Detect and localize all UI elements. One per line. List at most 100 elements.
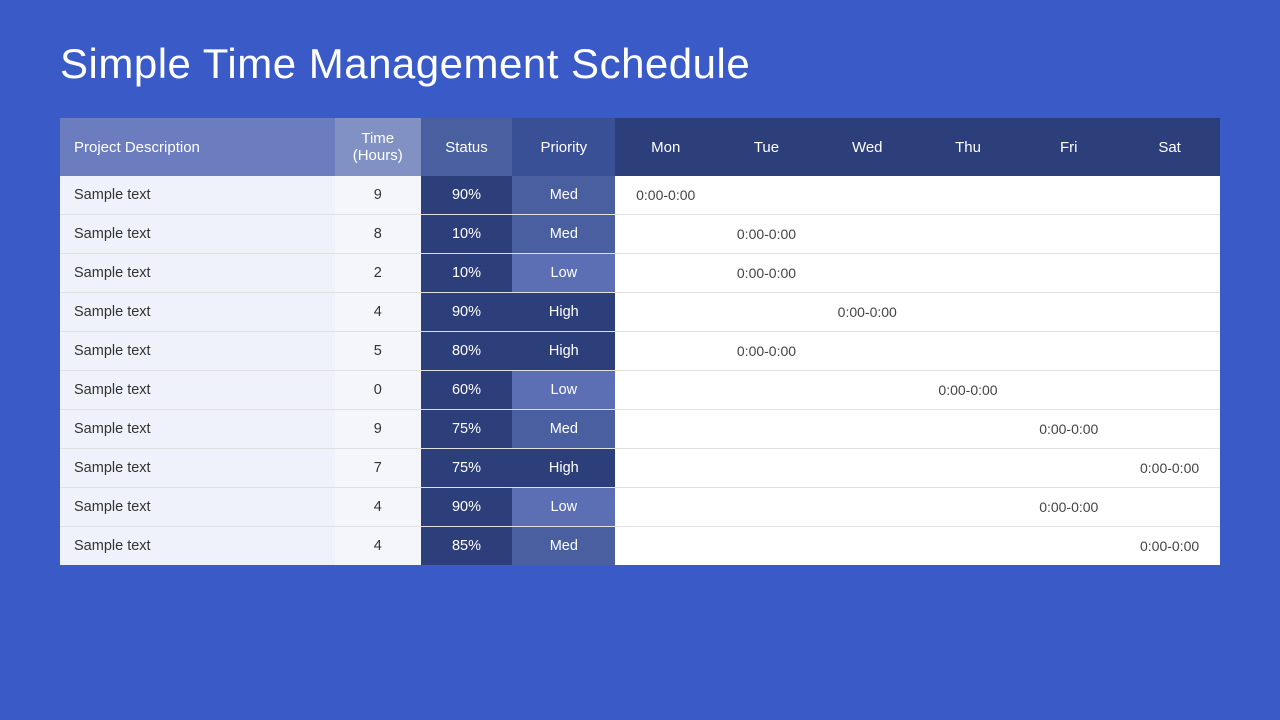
cell-mon-2 (615, 254, 716, 293)
cell-tue-5 (716, 371, 817, 410)
cell-priority-5: Low (512, 371, 615, 410)
cell-tue-0 (716, 176, 817, 215)
cell-status-9: 85% (421, 527, 513, 566)
table-row: Sample text 4 90% High 0:00-0:00 (60, 293, 1220, 332)
cell-status-2: 10% (421, 254, 513, 293)
cell-tue-4: 0:00-0:00 (716, 332, 817, 371)
cell-mon-7 (615, 449, 716, 488)
cell-fri-4 (1018, 332, 1119, 371)
cell-fri-5 (1018, 371, 1119, 410)
cell-status-3: 90% (421, 293, 513, 332)
cell-status-5: 60% (421, 371, 513, 410)
cell-wed-8 (817, 488, 918, 527)
cell-sat-4 (1119, 332, 1220, 371)
cell-mon-3 (615, 293, 716, 332)
cell-mon-9 (615, 527, 716, 566)
cell-tue-7 (716, 449, 817, 488)
cell-time-5: 0 (335, 371, 421, 410)
cell-time-0: 9 (335, 176, 421, 215)
cell-project-6: Sample text (60, 410, 335, 449)
cell-project-1: Sample text (60, 215, 335, 254)
cell-sat-0 (1119, 176, 1220, 215)
cell-mon-4 (615, 332, 716, 371)
cell-project-2: Sample text (60, 254, 335, 293)
cell-priority-8: Low (512, 488, 615, 527)
cell-sat-6 (1119, 410, 1220, 449)
cell-time-9: 4 (335, 527, 421, 566)
cell-status-8: 90% (421, 488, 513, 527)
cell-priority-4: High (512, 332, 615, 371)
header-fri: Fri (1018, 118, 1119, 176)
page-title: Simple Time Management Schedule (60, 40, 1220, 88)
cell-wed-2 (817, 254, 918, 293)
cell-project-5: Sample text (60, 371, 335, 410)
cell-wed-3: 0:00-0:00 (817, 293, 918, 332)
cell-tue-2: 0:00-0:00 (716, 254, 817, 293)
cell-status-1: 10% (421, 215, 513, 254)
cell-fri-9 (1018, 527, 1119, 566)
cell-status-6: 75% (421, 410, 513, 449)
cell-priority-1: Med (512, 215, 615, 254)
header-sat: Sat (1119, 118, 1220, 176)
slide: Simple Time Management Schedule Project … (0, 0, 1280, 720)
cell-status-4: 80% (421, 332, 513, 371)
cell-time-2: 2 (335, 254, 421, 293)
cell-thu-1 (918, 215, 1019, 254)
cell-project-7: Sample text (60, 449, 335, 488)
cell-mon-8 (615, 488, 716, 527)
header-thu: Thu (918, 118, 1019, 176)
cell-wed-4 (817, 332, 918, 371)
cell-tue-1: 0:00-0:00 (716, 215, 817, 254)
header-project: Project Description (60, 118, 335, 176)
header-priority: Priority (512, 118, 615, 176)
header-mon: Mon (615, 118, 716, 176)
cell-tue-6 (716, 410, 817, 449)
cell-thu-7 (918, 449, 1019, 488)
cell-thu-5: 0:00-0:00 (918, 371, 1019, 410)
cell-status-0: 90% (421, 176, 513, 215)
cell-thu-4 (918, 332, 1019, 371)
table-row: Sample text 0 60% Low 0:00-0:00 (60, 371, 1220, 410)
schedule-table: Project Description Time (Hours) Status … (60, 118, 1220, 565)
cell-time-6: 9 (335, 410, 421, 449)
cell-project-0: Sample text (60, 176, 335, 215)
header-wed: Wed (817, 118, 918, 176)
cell-tue-9 (716, 527, 817, 566)
cell-priority-6: Med (512, 410, 615, 449)
cell-tue-8 (716, 488, 817, 527)
cell-sat-1 (1119, 215, 1220, 254)
cell-project-3: Sample text (60, 293, 335, 332)
cell-mon-0: 0:00-0:00 (615, 176, 716, 215)
cell-priority-7: High (512, 449, 615, 488)
cell-priority-9: Med (512, 527, 615, 566)
cell-mon-6 (615, 410, 716, 449)
cell-fri-0 (1018, 176, 1119, 215)
cell-time-7: 7 (335, 449, 421, 488)
table-row: Sample text 2 10% Low 0:00-0:00 (60, 254, 1220, 293)
cell-sat-2 (1119, 254, 1220, 293)
header-status: Status (421, 118, 513, 176)
cell-sat-8 (1119, 488, 1220, 527)
header-tue: Tue (716, 118, 817, 176)
table-row: Sample text 8 10% Med 0:00-0:00 (60, 215, 1220, 254)
cell-tue-3 (716, 293, 817, 332)
cell-time-1: 8 (335, 215, 421, 254)
cell-fri-8: 0:00-0:00 (1018, 488, 1119, 527)
header-time: Time (Hours) (335, 118, 421, 176)
cell-time-3: 4 (335, 293, 421, 332)
cell-wed-1 (817, 215, 918, 254)
cell-wed-0 (817, 176, 918, 215)
table-row: Sample text 4 85% Med 0:00-0:00 (60, 527, 1220, 566)
table-row: Sample text 5 80% High 0:00-0:00 (60, 332, 1220, 371)
cell-mon-5 (615, 371, 716, 410)
cell-sat-3 (1119, 293, 1220, 332)
cell-thu-2 (918, 254, 1019, 293)
table-row: Sample text 9 75% Med 0:00-0:00 (60, 410, 1220, 449)
cell-thu-3 (918, 293, 1019, 332)
cell-sat-5 (1119, 371, 1220, 410)
cell-fri-2 (1018, 254, 1119, 293)
cell-thu-9 (918, 527, 1019, 566)
cell-thu-6 (918, 410, 1019, 449)
table-row: Sample text 4 90% Low 0:00-0:00 (60, 488, 1220, 527)
cell-fri-7 (1018, 449, 1119, 488)
